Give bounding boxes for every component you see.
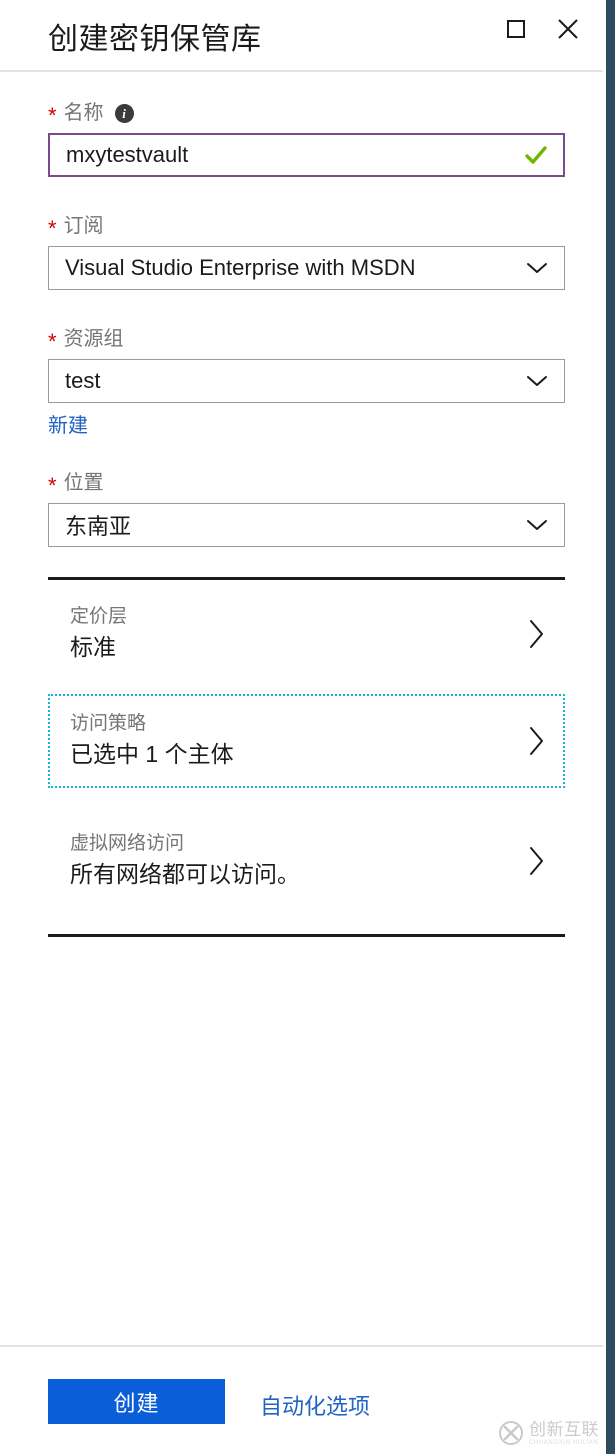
location-label: * 位置 xyxy=(48,470,565,498)
name-input-wrapper xyxy=(48,133,565,177)
field-subscription: * 订阅 Visual Studio Enterprise with MSDN xyxy=(48,213,565,290)
required-indicator: * xyxy=(48,329,57,354)
required-indicator: * xyxy=(48,103,57,128)
nav-row-label: 访问策略 xyxy=(70,713,147,734)
nav-row-value: 所有网络都可以访问。 xyxy=(70,861,300,887)
nav-row-pricing-tier[interactable]: 定价层 标准 xyxy=(48,587,565,681)
location-selected-value: 东南亚 xyxy=(65,514,132,539)
nav-row-text: 定价层 标准 xyxy=(50,605,527,663)
required-indicator: * xyxy=(48,216,57,241)
field-resource-group: * 资源组 test 新建 xyxy=(48,326,565,438)
chevron-right-icon xyxy=(530,620,543,648)
subscription-label-text: 订阅 xyxy=(63,215,104,237)
nav-row-label: 虚拟网络访问 xyxy=(70,833,185,854)
resource-group-selected-value: test xyxy=(65,368,101,393)
field-location: * 位置 东南亚 xyxy=(48,470,565,547)
nav-row-access-policies[interactable]: 访问策略 已选中 1 个主体 xyxy=(48,694,565,788)
page-title: 创建密钥保管库 xyxy=(48,23,262,56)
divider-bottom xyxy=(48,934,565,937)
maximize-square-icon xyxy=(507,20,525,38)
field-name: * 名称 i xyxy=(48,100,565,177)
blade-footer: 创建 自动化选项 xyxy=(0,1345,603,1454)
name-label: * 名称 i xyxy=(48,100,565,128)
chevron-right-icon xyxy=(530,847,543,875)
required-indicator: * xyxy=(48,473,57,498)
info-circle-icon[interactable]: i xyxy=(114,103,134,123)
create-new-resource-group-link[interactable]: 新建 xyxy=(48,409,88,438)
resource-group-select[interactable]: test xyxy=(48,359,565,403)
close-button[interactable] xyxy=(547,8,589,50)
chevron-right-icon xyxy=(530,727,543,755)
resource-group-label-text: 资源组 xyxy=(63,328,124,350)
close-x-icon xyxy=(558,19,578,39)
automation-options-link[interactable]: 自动化选项 xyxy=(260,1389,370,1421)
nav-row-label: 定价层 xyxy=(70,606,128,627)
location-select[interactable]: 东南亚 xyxy=(48,503,565,547)
create-key-vault-blade: 创建密钥保管库 * 名称 i mxytestvault * 订阅 Visual … xyxy=(0,0,615,1454)
name-input[interactable] xyxy=(50,135,563,175)
resource-group-label: * 资源组 xyxy=(48,326,565,354)
location-label-text: 位置 xyxy=(63,472,104,494)
maximize-button[interactable] xyxy=(495,8,537,50)
blade-form-body: * 名称 i * 订阅 Visual Studio Enterprise wit… xyxy=(0,74,603,1344)
blade-header: 创建密钥保管库 xyxy=(0,0,603,72)
nav-row-text: 访问策略 已选中 1 个主体 xyxy=(50,712,527,770)
divider-top xyxy=(48,577,565,580)
nav-row-value: 已选中 1 个主体 xyxy=(70,741,234,767)
name-label-text: 名称 xyxy=(63,102,104,124)
nav-row-value: 标准 xyxy=(70,634,116,660)
subscription-select[interactable]: Visual Studio Enterprise with MSDN xyxy=(48,246,565,290)
nav-row-virtual-network-access[interactable]: 虚拟网络访问 所有网络都可以访问。 xyxy=(48,814,565,908)
subscription-label: * 订阅 xyxy=(48,213,565,241)
create-button[interactable]: 创建 xyxy=(48,1379,225,1424)
nav-row-text: 虚拟网络访问 所有网络都可以访问。 xyxy=(50,832,527,890)
subscription-selected-value: Visual Studio Enterprise with MSDN xyxy=(65,255,416,280)
portal-right-gutter xyxy=(606,0,615,1454)
